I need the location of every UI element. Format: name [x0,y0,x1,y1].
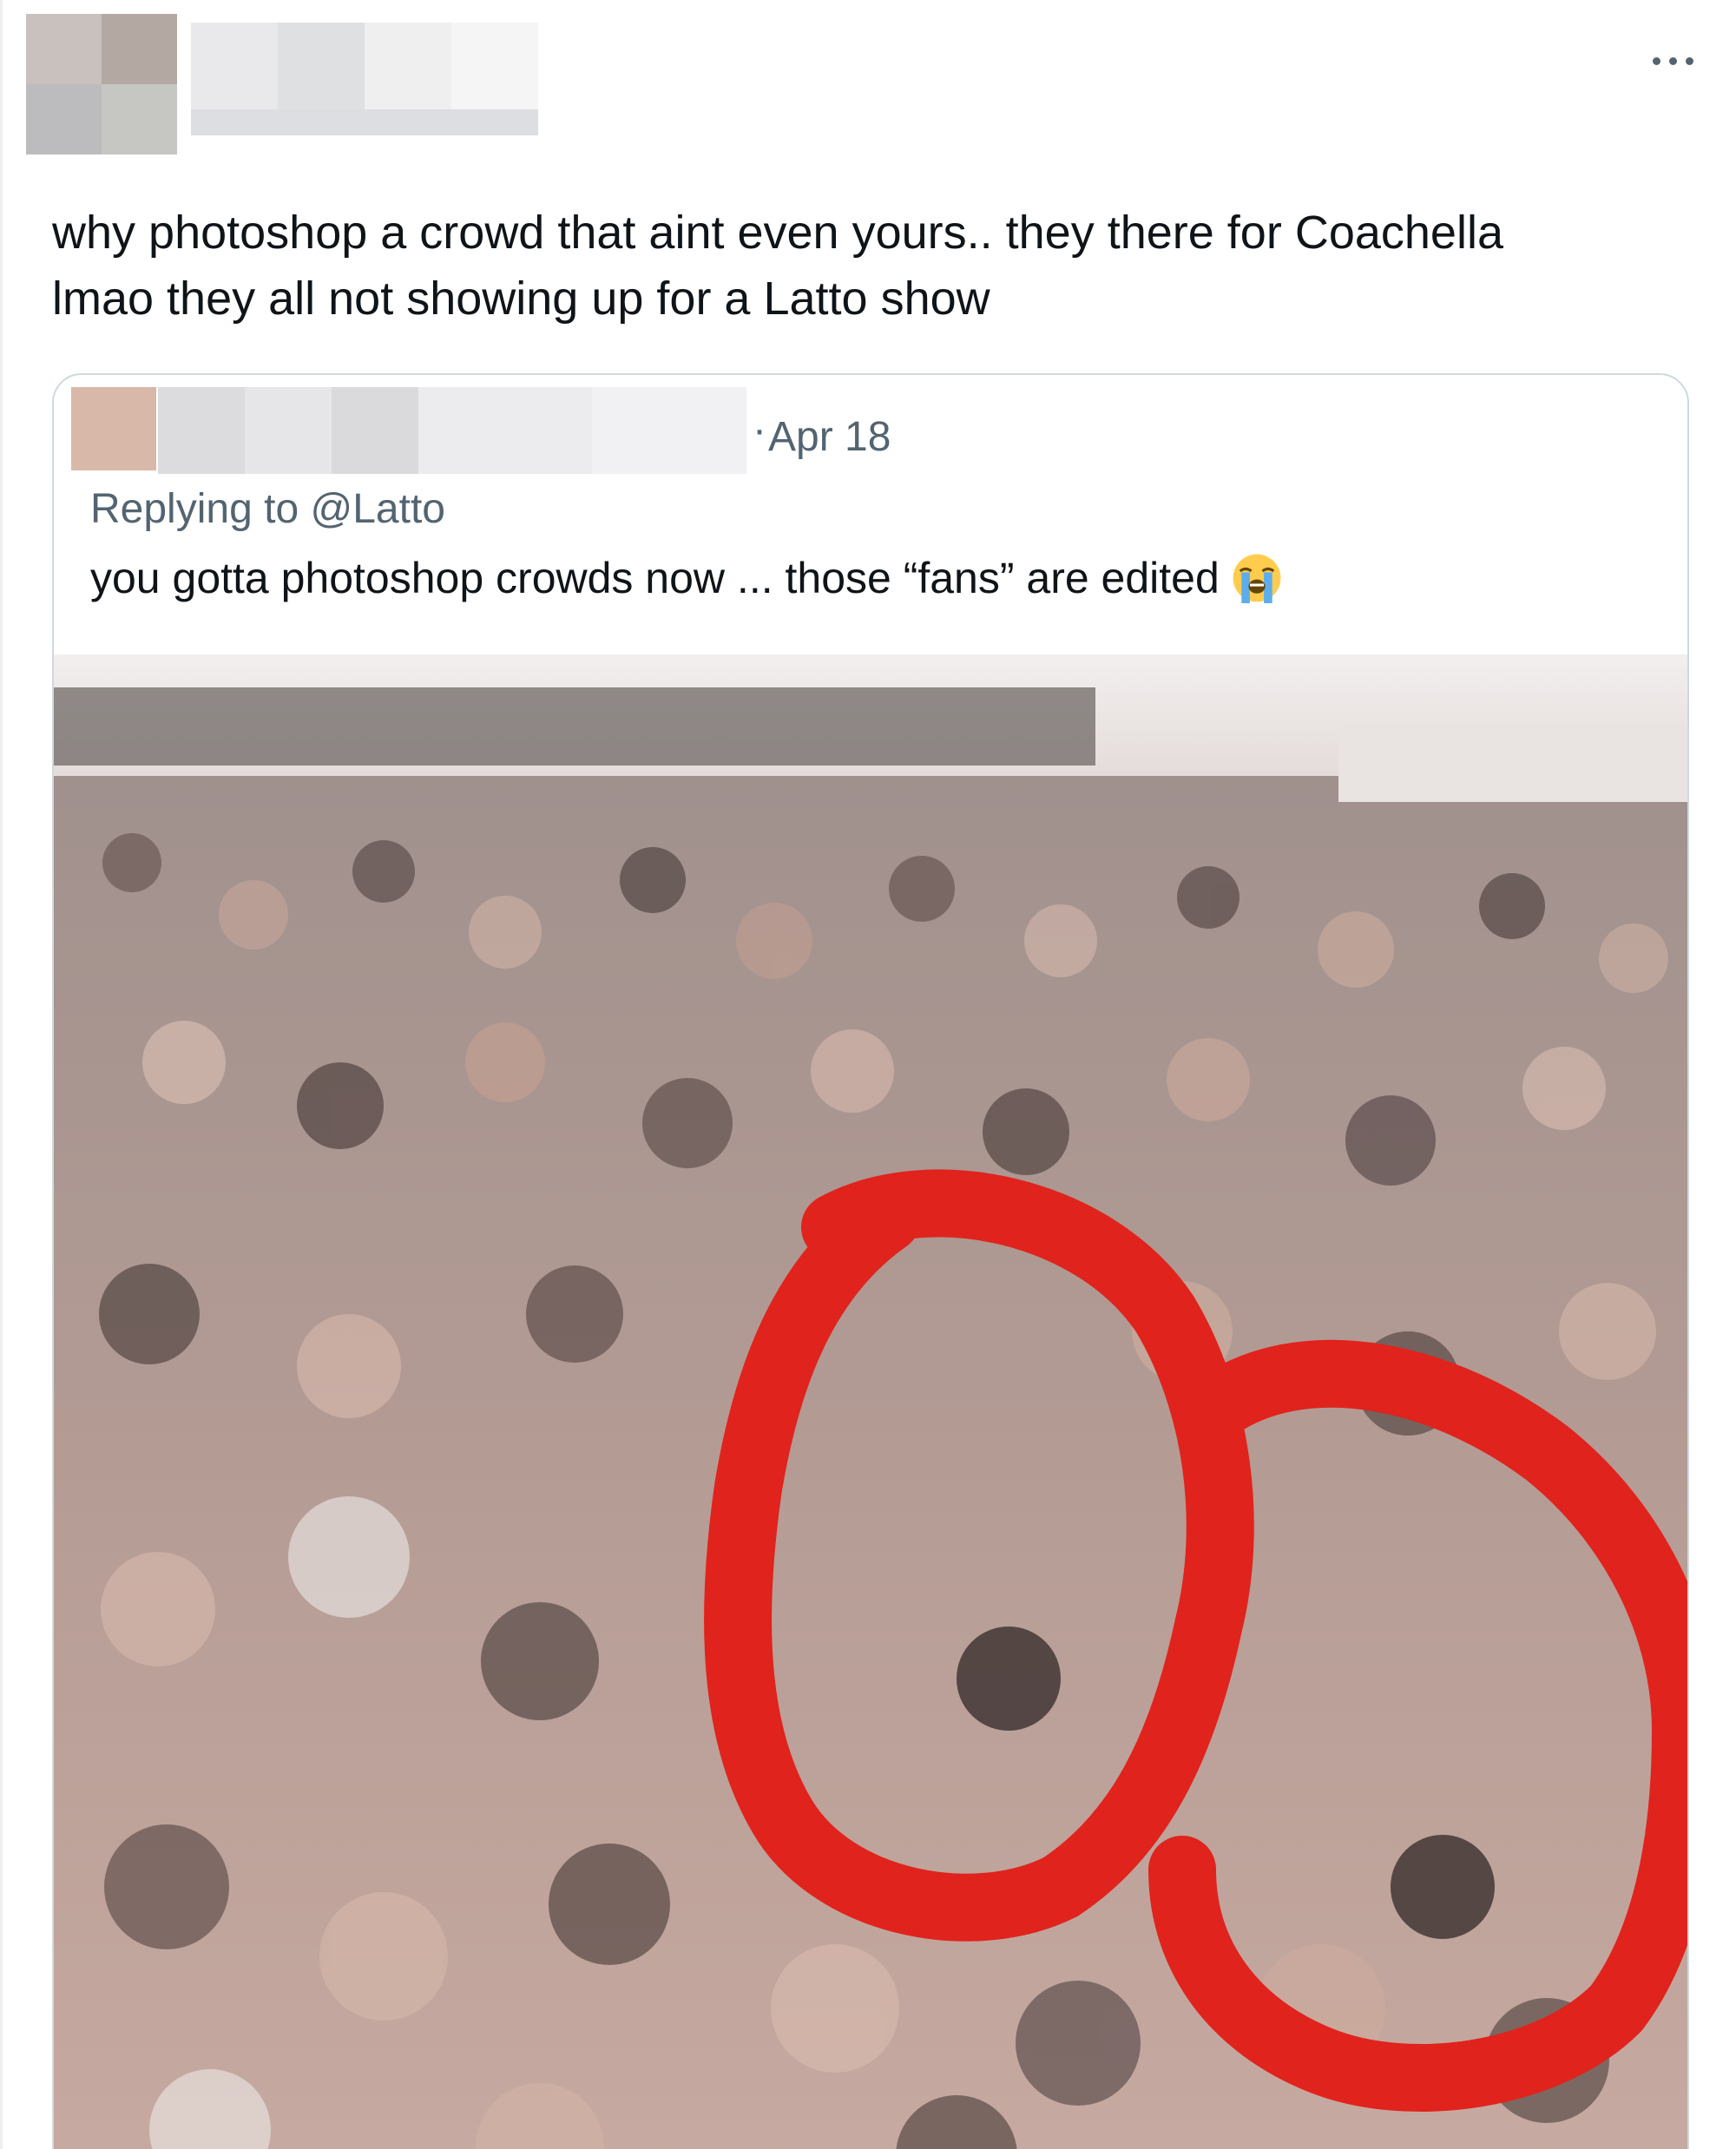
timeline-border [0,0,3,2149]
quoted-tweet-text: you gotta photoshop crowds now ... those… [90,547,1282,609]
tweet-text-line: lmao they all not showing up for a Latto… [52,273,990,325]
replying-handle-link[interactable]: @Latto [310,486,444,532]
quoted-tweet-date[interactable]: Apr 18 [768,411,891,463]
blurred-author-name[interactable] [191,23,538,137]
quoted-blurred-author-name[interactable] [158,387,746,474]
replying-to: Replying to @Latto [90,479,445,540]
quoted-tweet-card[interactable]: · Apr 18 Replying to @Latto you gotta ph… [52,373,1689,2149]
quoted-avatar[interactable] [71,387,156,470]
tweet-text: why photoshop a crowd that aint even you… [52,200,1667,332]
quoted-tweet-text-content: you gotta photoshop crowds now ... those… [90,554,1220,602]
dot-icon [1685,56,1693,65]
tweet-text-line: why photoshop a crowd that aint even you… [52,207,1503,259]
avatar[interactable] [26,14,177,154]
dot-icon [1668,56,1677,65]
dot-icon [1652,56,1660,65]
quoted-tweet-image[interactable] [54,654,1687,2149]
tweet-screenshot: why photoshop a crowd that aint even you… [0,0,1736,2149]
loudly-crying-face-icon [1233,554,1281,603]
meta-separator: · [753,407,766,453]
crowd-photo [54,654,1687,2149]
replying-prefix: Replying to [90,486,311,532]
more-options-button[interactable] [1635,35,1710,87]
